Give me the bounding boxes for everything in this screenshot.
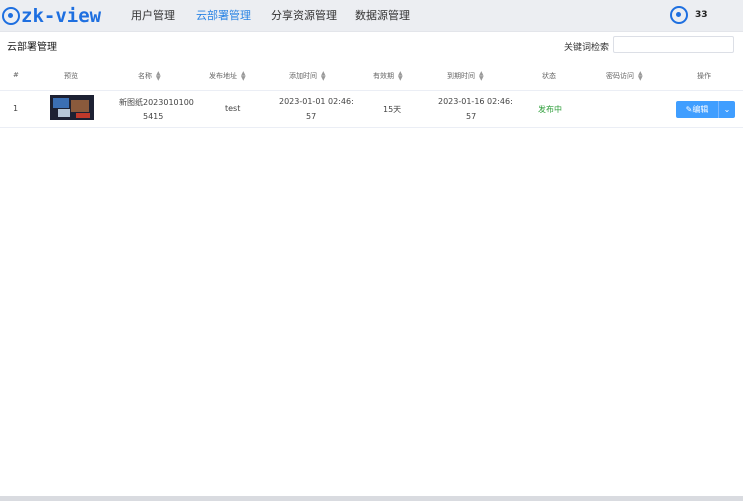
sort-icon[interactable]: ▲ ▼ (321, 71, 326, 82)
row-divider (0, 127, 743, 128)
user-menu[interactable]: 33 (670, 6, 708, 24)
search-label: 关键词检索 (564, 43, 610, 53)
app-logo[interactable]: zk-view (2, 5, 101, 27)
column-status: 状态 (542, 72, 556, 80)
row-name-line2: 5415 (143, 112, 164, 121)
row-added-line1: 2023-01-01 02:46: (279, 97, 354, 106)
column-added-time[interactable]: 添加时间 ▲ ▼ (289, 71, 326, 82)
avatar (670, 6, 688, 24)
column-name-label: 名称 (138, 72, 152, 80)
column-password[interactable]: 密码访问 ▲ ▼ (606, 71, 643, 82)
column-validity-label: 有效期 (373, 72, 394, 80)
row-name-line1: 新图纸2023010100 (119, 98, 194, 107)
edit-label: 编辑 (692, 105, 709, 114)
nav-item-cloud-deploy[interactable]: 云部署管理 (196, 8, 251, 23)
column-address[interactable]: 发布地址 ▲ ▼ (209, 71, 246, 82)
row-index: 1 (13, 104, 19, 113)
row-address: test (225, 104, 241, 113)
sort-icon[interactable]: ▲ ▼ (638, 71, 643, 82)
status-badge: 发布中 (538, 105, 562, 114)
top-navbar: zk-view 用户管理 云部署管理 分享资源管理 数据源管理 33 (0, 0, 743, 32)
logo-icon (2, 7, 20, 25)
column-actions: 操作 (697, 72, 711, 80)
sort-icon[interactable]: ▲ ▼ (479, 71, 484, 82)
header-divider (0, 90, 743, 91)
row-expire-line2: 57 (466, 112, 477, 121)
nav-item-datasources[interactable]: 数据源管理 (355, 8, 410, 23)
sort-icon[interactable]: ▲ ▼ (398, 71, 403, 82)
row-expire-line1: 2023-01-16 02:46: (438, 97, 513, 106)
edit-button[interactable]: ✎ 编辑 (676, 101, 718, 118)
edit-icon: ✎ (685, 105, 693, 114)
column-password-label: 密码访问 (606, 72, 634, 80)
row-added-line2: 57 (306, 112, 317, 121)
bottom-scrollbar[interactable] (0, 496, 743, 501)
row-validity: 15天 (383, 105, 402, 114)
column-expire-time[interactable]: 到期时间 ▲ ▼ (447, 71, 484, 82)
sort-icon[interactable]: ▲ ▼ (156, 71, 161, 82)
column-name[interactable]: 名称 ▲ ▼ (138, 71, 161, 82)
chevron-down-icon[interactable]: ⌄ (719, 101, 735, 118)
column-validity[interactable]: 有效期 ▲ ▼ (373, 71, 403, 82)
column-address-label: 发布地址 (209, 72, 237, 80)
nav-item-users[interactable]: 用户管理 (131, 8, 175, 23)
column-index: # (13, 71, 19, 79)
edit-split-button: ✎ 编辑 ⌄ (676, 101, 735, 118)
user-name: 33 (695, 10, 708, 20)
preview-thumbnail[interactable] (50, 95, 94, 120)
column-preview: 预览 (64, 72, 78, 80)
column-expire-time-label: 到期时间 (447, 72, 475, 80)
nav-item-share-resources[interactable]: 分享资源管理 (271, 8, 337, 23)
logo-text: zk-view (21, 5, 102, 27)
sort-icon[interactable]: ▲ ▼ (241, 71, 246, 82)
page-title: 云部署管理 (7, 42, 57, 53)
search-input[interactable] (613, 36, 734, 53)
column-added-time-label: 添加时间 (289, 72, 317, 80)
